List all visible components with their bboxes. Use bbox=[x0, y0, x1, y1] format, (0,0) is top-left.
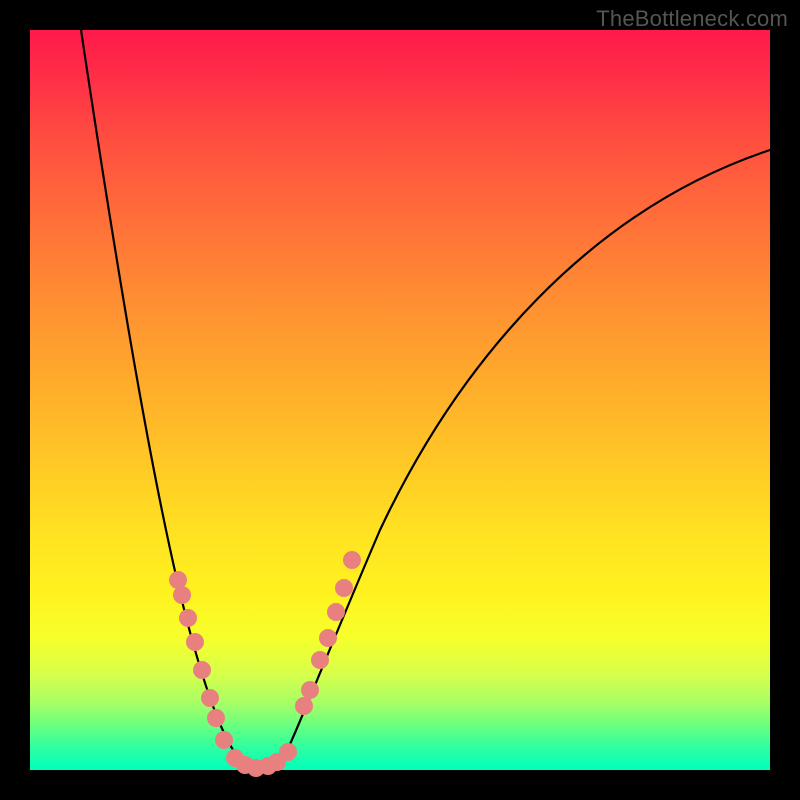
watermark-text: TheBottleneck.com bbox=[596, 6, 788, 32]
data-point-dot bbox=[319, 629, 337, 647]
data-point-dot bbox=[207, 709, 225, 727]
data-point-dot bbox=[279, 743, 297, 761]
dot-cluster-bottom bbox=[226, 743, 297, 777]
data-point-dot bbox=[343, 551, 361, 569]
right-curve bbox=[278, 150, 770, 768]
curve-svg bbox=[30, 30, 770, 770]
dot-cluster-right bbox=[295, 551, 361, 715]
data-point-dot bbox=[327, 603, 345, 621]
data-point-dot bbox=[173, 586, 191, 604]
data-point-dot bbox=[186, 633, 204, 651]
left-curve bbox=[81, 30, 246, 768]
data-point-dot bbox=[215, 731, 233, 749]
data-point-dot bbox=[335, 579, 353, 597]
chart-plot-area bbox=[30, 30, 770, 770]
data-point-dot bbox=[201, 689, 219, 707]
data-point-dot bbox=[193, 661, 211, 679]
data-point-dot bbox=[179, 609, 197, 627]
data-point-dot bbox=[301, 681, 319, 699]
dot-cluster-left bbox=[169, 571, 233, 749]
data-point-dot bbox=[311, 651, 329, 669]
data-point-dot bbox=[295, 697, 313, 715]
